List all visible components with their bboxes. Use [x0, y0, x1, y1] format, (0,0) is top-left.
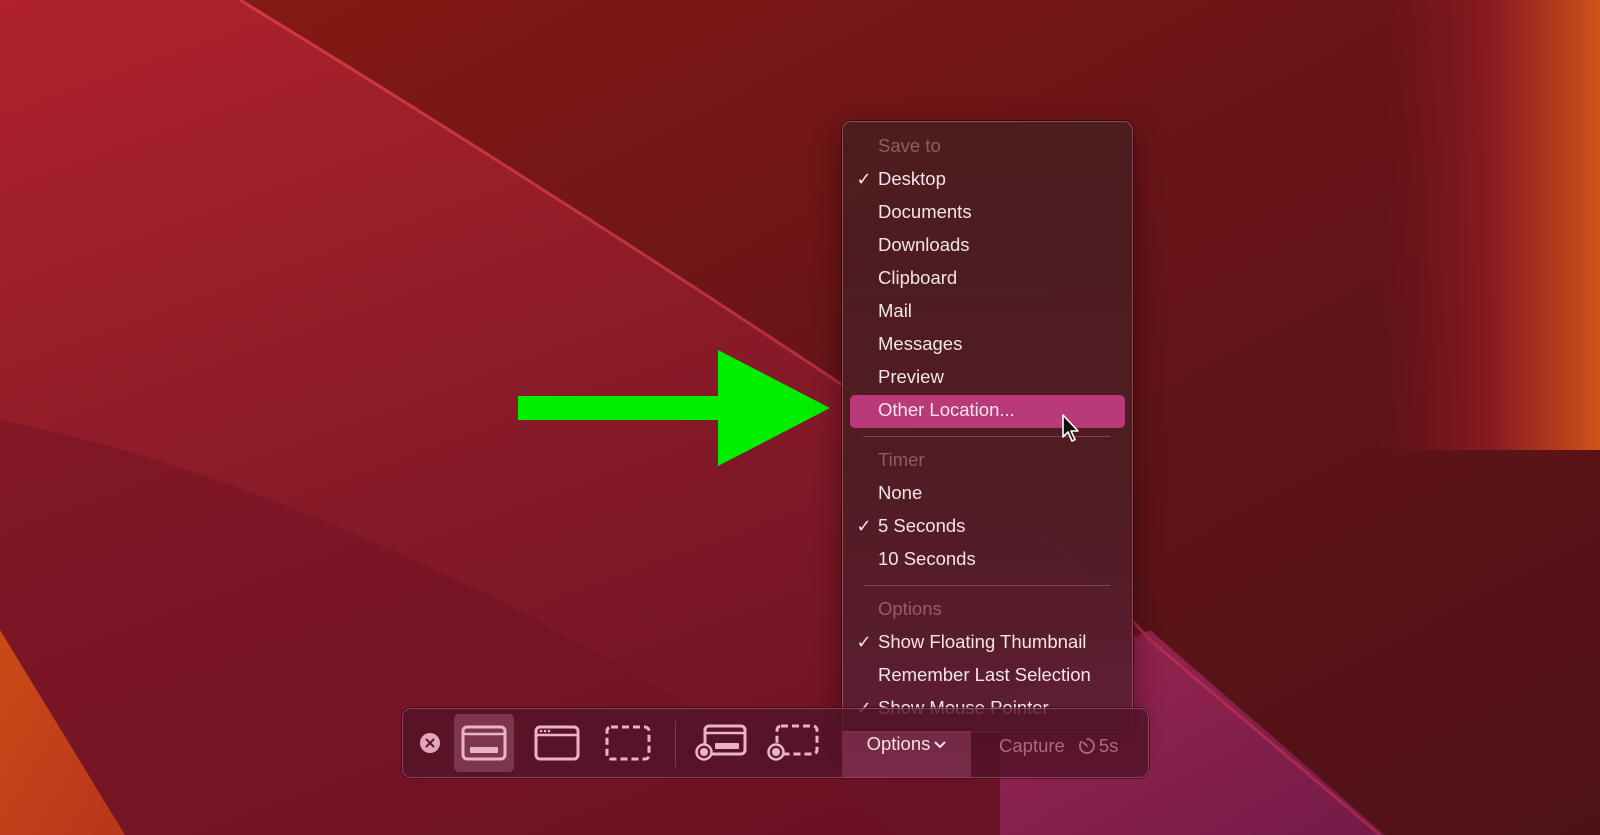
checkmark-icon: ✓ — [856, 169, 872, 189]
menu-section-header-timer: Timer — [878, 449, 925, 470]
menu-item-label: 5 Seconds — [878, 515, 966, 536]
menu-item-clipboard[interactable]: Clipboard — [843, 263, 1125, 296]
menu-item-label: Preview — [878, 366, 944, 387]
menu-item-desktop[interactable]: ✓ Desktop — [843, 164, 1125, 197]
menu-section-header-options: Options — [878, 598, 942, 619]
menu-item-timer-10-seconds[interactable]: 10 Seconds — [843, 544, 1125, 577]
checkmark-icon: ✓ — [856, 516, 872, 536]
menu-item-other-location[interactable]: Other Location... — [850, 395, 1125, 428]
close-icon — [420, 733, 440, 753]
timer-value: 5s — [1098, 735, 1119, 756]
capture-selection-button[interactable] — [598, 714, 658, 772]
menu-item-messages[interactable]: Messages — [843, 329, 1125, 362]
menu-item-show-floating-thumbnail[interactable]: ✓ Show Floating Thumbnail — [843, 627, 1125, 660]
capture-label: Capture — [999, 735, 1065, 756]
capture-entire-screen-icon — [461, 725, 507, 761]
menu-item-timer-none[interactable]: None — [843, 478, 1125, 511]
menu-item-label: 10 Seconds — [878, 548, 976, 569]
menu-item-preview[interactable]: Preview — [843, 362, 1125, 395]
options-menu-button[interactable]: Options — [842, 731, 971, 778]
chevron-down-icon — [934, 741, 946, 748]
capture-entire-screen-button[interactable] — [454, 714, 514, 772]
menu-item-remember-last-selection[interactable]: Remember Last Selection — [843, 660, 1125, 693]
menu-item-label: Clipboard — [878, 267, 958, 288]
annotation-arrow-icon — [518, 350, 830, 466]
menu-section-header-save-to: Save to — [878, 135, 941, 156]
menu-item-mail[interactable]: Mail — [843, 296, 1125, 329]
menu-item-label: Mail — [878, 300, 912, 321]
screenshot-toolbar: Options Capture 5s — [402, 708, 1149, 778]
checkmark-icon: ✓ — [856, 632, 872, 652]
capture-selection-icon — [605, 725, 651, 761]
menu-item-label: Documents — [878, 201, 972, 222]
record-selection-icon — [767, 724, 819, 761]
capture-window-icon — [534, 725, 580, 761]
menu-item-label: Other Location... — [878, 399, 1015, 420]
menu-item-label: Remember Last Selection — [878, 664, 1091, 685]
menu-item-label: Downloads — [878, 234, 970, 255]
capture-window-button[interactable] — [527, 714, 587, 772]
timer-icon — [1078, 738, 1095, 754]
menu-separator — [863, 585, 1110, 586]
toolbar-divider — [675, 721, 676, 767]
menu-item-label: Show Floating Thumbnail — [878, 631, 1087, 652]
capture-button[interactable]: Capture 5s — [999, 731, 1118, 761]
menu-item-label: Messages — [878, 333, 963, 354]
menu-item-timer-5-seconds[interactable]: ✓ 5 Seconds — [843, 511, 1125, 544]
menu-item-label: None — [878, 482, 923, 503]
options-label: Options — [866, 733, 931, 754]
mouse-pointer-icon — [1062, 414, 1079, 442]
menu-item-downloads[interactable]: Downloads — [843, 230, 1125, 263]
close-button[interactable] — [417, 714, 443, 772]
menu-item-documents[interactable]: Documents — [843, 197, 1125, 230]
timer-indicator: 5s — [1078, 735, 1119, 757]
record-selection-button[interactable] — [763, 714, 823, 772]
record-entire-screen-icon — [695, 724, 747, 761]
menu-item-label: Desktop — [878, 168, 946, 189]
record-entire-screen-button[interactable] — [691, 714, 751, 772]
options-dropdown-menu: Save to ✓ Desktop Documents Downloads Cl… — [842, 121, 1133, 733]
